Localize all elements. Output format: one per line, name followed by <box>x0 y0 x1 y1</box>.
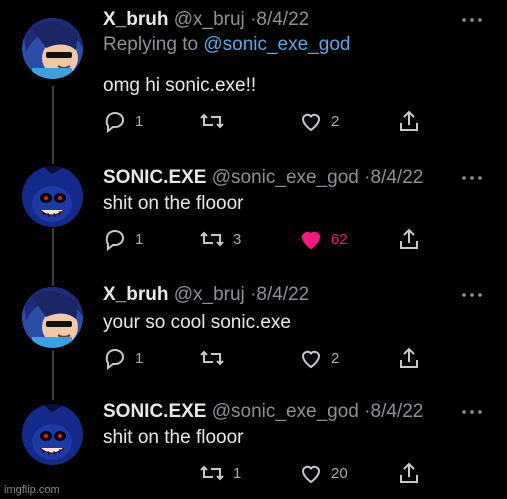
like-button[interactable]: 62 <box>299 226 348 252</box>
display-name[interactable]: SONIC.EXE <box>103 401 206 422</box>
tweet-text: shit on the flooor <box>103 427 244 448</box>
retweet-button[interactable] <box>199 108 233 134</box>
reply-button[interactable]: 1 <box>103 345 143 371</box>
replying-to: Replying to @sonic_exe_god <box>103 33 350 57</box>
replying-handle-link[interactable]: @sonic_exe_god <box>203 34 350 55</box>
tweet[interactable]: SONIC.EXE @sonic_exe_god ·8/4/22 shit on… <box>0 166 507 266</box>
heart-icon <box>299 461 323 485</box>
tweet-text: shit on the flooor <box>103 193 244 214</box>
avatar[interactable] <box>22 404 83 465</box>
tweet-text: omg hi sonic.exe!! <box>103 75 257 96</box>
reply-icon <box>103 346 127 370</box>
retweet-icon <box>199 109 225 133</box>
user-handle[interactable]: @x_bruj <box>174 9 245 30</box>
user-handle[interactable]: @sonic_exe_god <box>212 167 359 188</box>
reply-count: 1 <box>135 112 144 130</box>
display-name[interactable]: X_bruh <box>103 9 168 30</box>
tweet-actions: 1 3 62 <box>103 226 433 252</box>
avatar[interactable] <box>22 166 83 227</box>
tweet-date[interactable]: 8/4/22 <box>371 167 424 188</box>
tweet-header: SONIC.EXE @sonic_exe_god ·8/4/22 <box>103 400 423 424</box>
share-button[interactable] <box>398 460 420 486</box>
reply-icon <box>103 227 127 251</box>
more-icon[interactable] <box>461 402 483 416</box>
share-icon <box>398 227 420 251</box>
heart-icon <box>299 346 323 370</box>
display-name[interactable]: X_bruh <box>103 284 168 305</box>
like-count: 20 <box>331 464 348 482</box>
tweet-date[interactable]: 8/4/22 <box>256 284 309 305</box>
avatar[interactable] <box>22 287 83 348</box>
tweet-header: SONIC.EXE @sonic_exe_god ·8/4/22 <box>103 166 423 190</box>
tweet-date[interactable]: 8/4/22 <box>256 9 309 30</box>
like-button[interactable]: 20 <box>299 460 348 486</box>
share-icon <box>398 346 420 370</box>
reply-icon <box>103 109 127 133</box>
reply-button[interactable]: 1 <box>103 108 143 134</box>
tweet-header: X_bruh @x_bruj ·8/4/22 <box>103 283 309 307</box>
reply-count: 1 <box>135 349 144 367</box>
tweet-actions: 1 2 <box>103 345 433 371</box>
tweet[interactable]: SONIC.EXE @sonic_exe_god ·8/4/22 shit on… <box>0 400 507 495</box>
avatar[interactable] <box>22 18 83 79</box>
retweet-button[interactable] <box>199 345 233 371</box>
user-handle[interactable]: @x_bruj <box>174 284 245 305</box>
retweet-count: 3 <box>233 230 242 248</box>
share-button[interactable] <box>398 345 420 371</box>
tweet-actions: 1 2 <box>103 108 433 134</box>
like-button[interactable]: 2 <box>299 345 339 371</box>
more-icon[interactable] <box>461 285 483 299</box>
tweet[interactable]: X_bruh @x_bruj ·8/4/22 Replying to @soni… <box>0 8 507 138</box>
heart-icon <box>299 227 323 251</box>
retweet-count: 1 <box>233 464 242 482</box>
tweet-header: X_bruh @x_bruj ·8/4/22 <box>103 8 309 32</box>
reply-count: 1 <box>135 230 144 248</box>
reply-button[interactable]: 1 <box>103 226 143 252</box>
like-count: 2 <box>331 349 340 367</box>
display-name[interactable]: SONIC.EXE <box>103 167 206 188</box>
more-icon[interactable] <box>461 168 483 182</box>
tweet-actions: 1 20 <box>103 460 433 486</box>
retweet-button[interactable]: 1 <box>199 460 241 486</box>
tweet-text: your so cool sonic.exe <box>103 312 291 333</box>
retweet-icon <box>199 346 225 370</box>
more-icon[interactable] <box>461 10 483 24</box>
retweet-icon <box>199 461 225 485</box>
user-handle[interactable]: @sonic_exe_god <box>212 401 359 422</box>
share-icon <box>398 461 420 485</box>
watermark: imgflip.com <box>4 484 60 496</box>
share-button[interactable] <box>398 108 420 134</box>
share-icon <box>398 109 420 133</box>
share-button[interactable] <box>398 226 420 252</box>
retweet-icon <box>199 227 225 251</box>
tweet-thread: X_bruh @x_bruj ·8/4/22 Replying to @soni… <box>0 0 507 499</box>
heart-icon <box>299 109 323 133</box>
replying-prefix: Replying to <box>103 34 199 55</box>
like-count: 62 <box>331 230 348 248</box>
like-count: 2 <box>331 112 340 130</box>
like-button[interactable]: 2 <box>299 108 339 134</box>
tweet-date[interactable]: 8/4/22 <box>371 401 424 422</box>
tweet[interactable]: X_bruh @x_bruj ·8/4/22 your so cool soni… <box>0 283 507 383</box>
retweet-button[interactable]: 3 <box>199 226 241 252</box>
